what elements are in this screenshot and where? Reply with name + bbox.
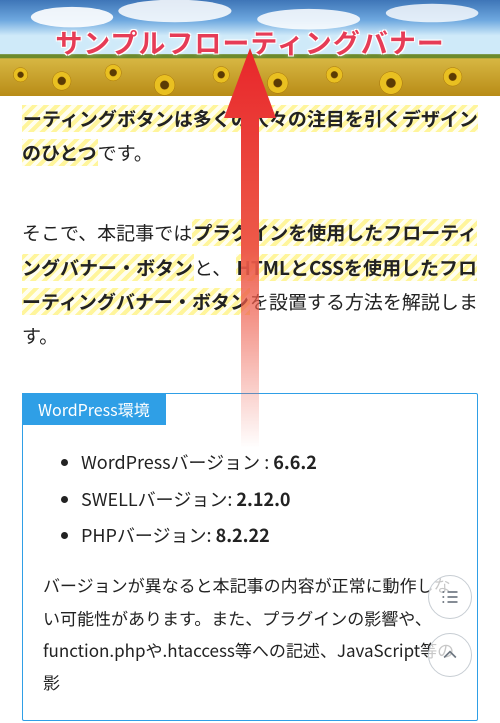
environment-list: WordPressバージョン : 6.6.2 SWELLバージョン: 2.12.…	[81, 446, 457, 551]
floating-banner[interactable]: サンプルフローティングバナー	[0, 0, 500, 96]
paragraph-1: ーティングボタンは多くの人々の注目を引くデザインのひとつです。	[22, 102, 478, 170]
toc-icon	[440, 587, 460, 607]
paragraph-2: そこで、本記事ではプラグインを使用したフローティングバナー・ボタンと、 HTML…	[22, 216, 478, 353]
list-item: WordPressバージョン : 6.6.2	[81, 446, 457, 478]
toc-button[interactable]	[428, 575, 472, 619]
page-scroll[interactable]: サンプルフローティングバナー ーティングボタンは多くの人々の注目を引くデザインの…	[0, 0, 500, 723]
article-body: ーティングボタンは多くの人々の注目を引くデザインのひとつです。 そこで、本記事で…	[0, 96, 500, 723]
chevron-up-icon	[440, 645, 460, 665]
list-item: SWELLバージョン: 2.12.0	[81, 483, 457, 515]
back-to-top-button[interactable]	[428, 633, 472, 677]
list-item: PHPバージョン: 8.2.22	[81, 519, 457, 551]
environment-note: バージョンが異なると本記事の内容が正常に動作しない可能性があります。また、プラグ…	[43, 569, 457, 698]
environment-box: WordPress環境 WordPressバージョン : 6.6.2 SWELL…	[22, 393, 478, 721]
highlight-text: ーティングボタンは多くの人々の注目を引くデザインのひとつ	[22, 105, 478, 166]
environment-title: WordPress環境	[22, 393, 166, 425]
banner-title: サンプルフローティングバナー	[55, 18, 445, 67]
